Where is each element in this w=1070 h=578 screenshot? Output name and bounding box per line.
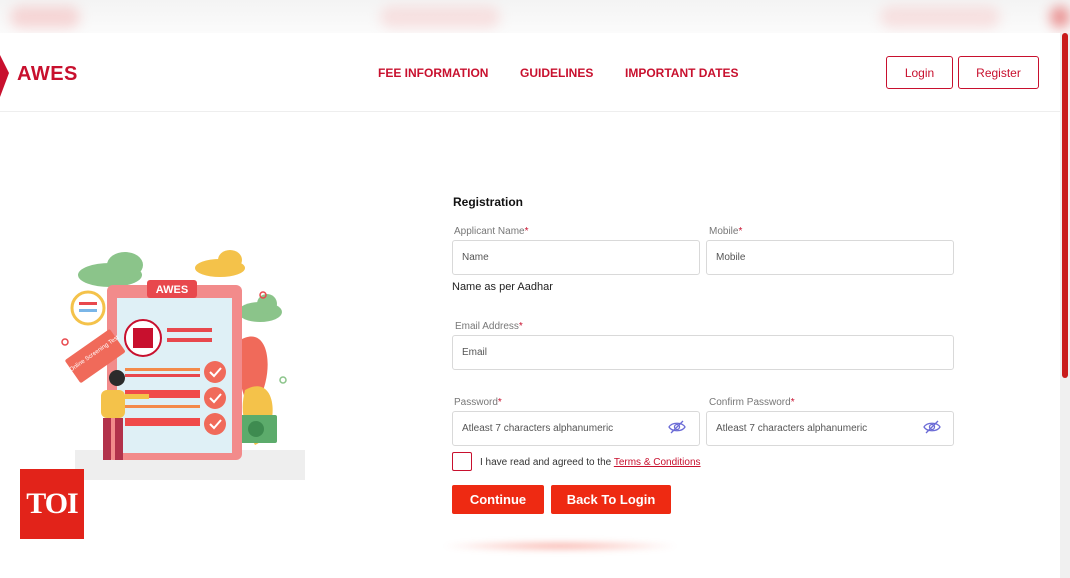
form-shadow: [440, 540, 680, 552]
registration-title: Registration: [453, 195, 524, 209]
toi-watermark: TOI: [20, 469, 84, 539]
confirm-password-label: Confirm Password*: [709, 397, 795, 408]
mobile-input[interactable]: Mobile: [706, 240, 954, 275]
site-header: AWES FEE INFORMATION GUIDELINES IMPORTAN…: [0, 33, 1060, 112]
eye-slash-icon[interactable]: [668, 420, 686, 434]
browser-top-strip: [0, 0, 1070, 33]
email-label: Email Address*: [455, 321, 523, 332]
register-button[interactable]: Register: [958, 56, 1039, 89]
nav-fee-information[interactable]: FEE INFORMATION: [378, 66, 488, 80]
email-input[interactable]: Email: [452, 335, 954, 370]
login-button[interactable]: Login: [886, 56, 953, 89]
confirm-password-input[interactable]: Atleast 7 characters alphanumeric: [706, 411, 954, 446]
eye-slash-icon[interactable]: [923, 420, 941, 434]
terms-checkbox[interactable]: [452, 452, 472, 471]
applicant-name-label: Applicant Name*: [454, 226, 529, 237]
brand-title[interactable]: AWES: [17, 63, 78, 86]
back-to-login-button[interactable]: Back To Login: [551, 485, 671, 514]
applicant-name-input[interactable]: Name: [452, 240, 700, 275]
name-hint: Name as per Aadhar: [452, 281, 553, 293]
scrollbar-thumb[interactable]: [1062, 33, 1068, 378]
mobile-label: Mobile*: [709, 226, 743, 237]
board-label: AWES: [156, 284, 188, 296]
password-label: Password*: [454, 397, 502, 408]
continue-button[interactable]: Continue: [452, 485, 544, 514]
terms-link[interactable]: Terms & Conditions: [614, 457, 701, 468]
registration-illustration: AWES Online Screening Test: [61, 250, 305, 480]
terms-agreement-text: I have read and agreed to the Terms & Co…: [480, 457, 701, 468]
scrollbar[interactable]: [1060, 33, 1070, 578]
awes-logo-icon[interactable]: [0, 55, 10, 97]
password-input[interactable]: Atleast 7 characters alphanumeric: [452, 411, 700, 446]
nav-guidelines[interactable]: GUIDELINES: [520, 66, 593, 80]
nav-important-dates[interactable]: IMPORTANT DATES: [625, 66, 739, 80]
